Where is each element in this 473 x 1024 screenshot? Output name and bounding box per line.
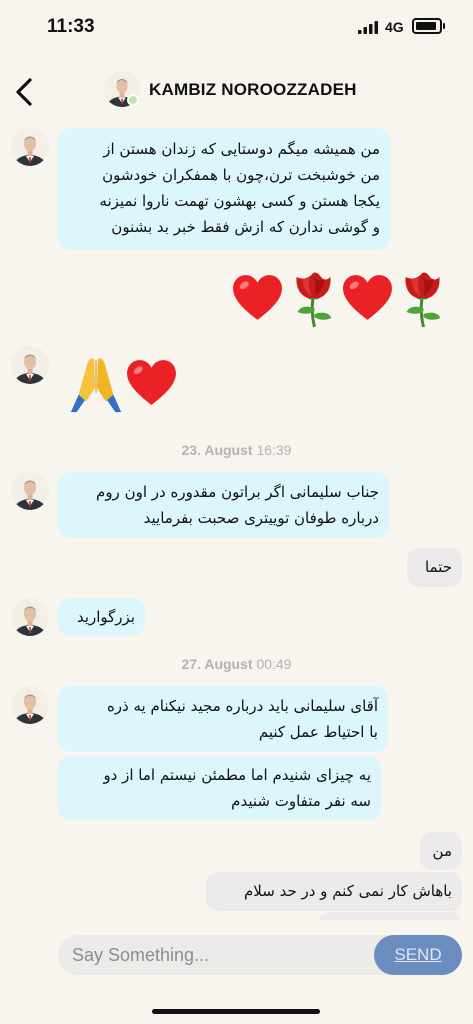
message-bubble-outgoing[interactable]: باهاش کار نمی کنم و در حد سلام <box>206 872 462 911</box>
message-bubble-outgoing[interactable]: حتما <box>407 548 462 587</box>
sender-avatar[interactable] <box>11 686 49 724</box>
message-bubble-outgoing[interactable]: من <box>420 832 462 870</box>
network-label: 4G <box>385 19 404 35</box>
message-bubble-incoming[interactable]: یه چیزای شنیدم اما مطمئن نیستم اما از دو… <box>58 756 381 820</box>
message-text-line: من خوشبخت ترن،چون با همفکران خودشون <box>102 166 380 184</box>
sender-avatar[interactable] <box>11 472 49 510</box>
red-heart-icon <box>230 271 285 326</box>
status-time: 11:33 <box>47 16 95 37</box>
message-text-line: سه نفر متفاوت شنیدم <box>231 792 371 810</box>
online-status-indicator <box>127 94 139 106</box>
message-text-line: و گوشی ندارن که ازش فقط خبر بد بشنون <box>111 218 380 236</box>
folded-hands-icon <box>66 354 126 414</box>
chat-header: KAMBIZ NOROOZZADEH <box>0 56 473 120</box>
message-text-line: آقای سلیمانی باید درباره مجید نیکنام یه … <box>106 697 378 715</box>
back-chevron-icon[interactable] <box>10 72 40 112</box>
message-text: باهاش کار نمی کنم و در حد سلام <box>244 882 452 900</box>
date-separator-day: 23. August <box>181 442 253 458</box>
date-separator: 27. August 00:49 <box>0 656 473 672</box>
date-separator-time: 16:39 <box>256 442 292 458</box>
date-separator-day: 27. August <box>181 656 253 672</box>
status-bar: 11:33 4G <box>0 0 473 56</box>
message-text: بزرگوارید <box>76 608 135 626</box>
red-heart-icon <box>340 271 395 326</box>
message-text: حتما <box>424 558 452 576</box>
sender-avatar[interactable] <box>11 598 49 636</box>
message-bubble-incoming[interactable]: بزرگوارید <box>58 598 145 636</box>
message-bubble-incoming[interactable]: جناب سلیمانی اگر براتون مقدوره در اون رو… <box>58 472 389 538</box>
message-bubble-incoming[interactable]: من همیشه میگم دوستایی که زندان هستن از م… <box>58 128 390 250</box>
sender-avatar[interactable] <box>11 346 49 384</box>
message-composer: SEND <box>0 920 473 1024</box>
rose-icon <box>396 268 451 328</box>
message-emoji-outgoing[interactable] <box>230 268 450 328</box>
message-text-line: یکجا هستن و کسی بهشون تهمت ناروا نمیزنه <box>99 192 380 210</box>
message-bubble-incoming[interactable]: آقای سلیمانی باید درباره مجید نیکنام یه … <box>58 686 388 752</box>
red-heart-icon <box>124 356 179 411</box>
message-text-line: من همیشه میگم دوستایی که زندان هستن از <box>103 140 380 158</box>
sender-avatar[interactable] <box>11 128 49 166</box>
contact-name[interactable]: KAMBIZ NOROOZZADEH <box>149 80 357 100</box>
rose-icon <box>287 268 342 328</box>
date-separator-time: 00:49 <box>256 656 292 672</box>
send-button[interactable]: SEND <box>374 935 462 975</box>
message-text: من <box>432 842 452 860</box>
home-indicator[interactable] <box>152 1009 320 1014</box>
message-text-line: جناب سلیمانی اگر براتون مقدوره در اون رو… <box>96 483 379 501</box>
message-text-line: یه چیزای شنیدم اما مطمئن نیستم اما از دو <box>103 766 371 784</box>
message-text-line: با احتیاط عمل کنیم <box>258 723 378 741</box>
signal-icon <box>358 21 378 34</box>
message-emoji-incoming[interactable] <box>66 354 182 414</box>
date-separator: 23. August 16:39 <box>0 442 473 458</box>
message-text-line: درباره طوفان توییتری صحبت بفرمایید <box>143 509 379 527</box>
battery-icon <box>412 18 445 34</box>
